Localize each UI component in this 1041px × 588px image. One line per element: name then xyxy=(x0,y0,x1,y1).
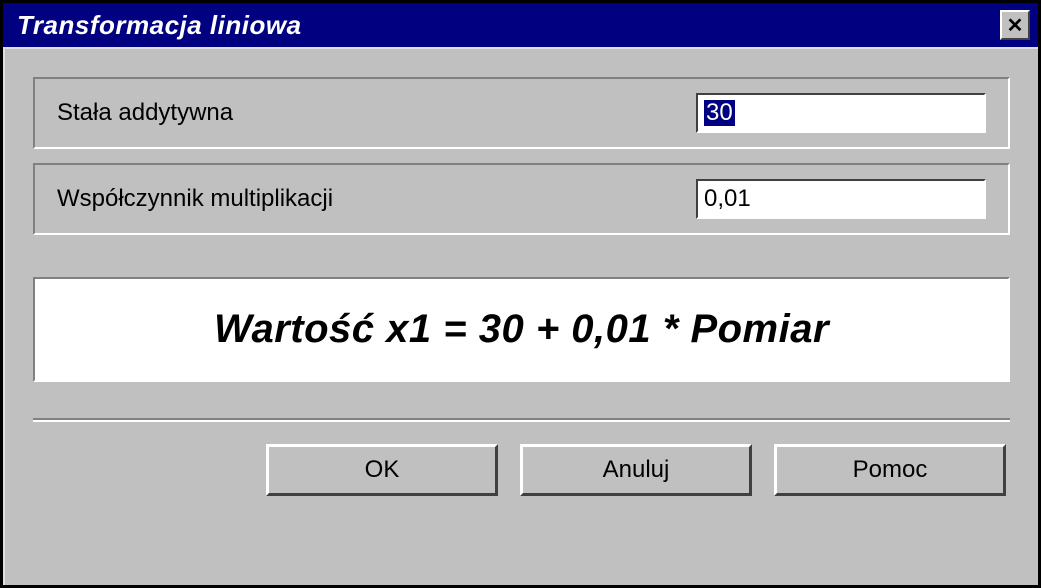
button-row: OK Anuluj Pomoc xyxy=(33,422,1010,506)
multiplier-row: Współczynnik multiplikacji 0,01 xyxy=(33,163,1010,235)
dialog-window: Transformacja liniowa ✕ Stała addytywna … xyxy=(0,0,1041,588)
additive-constant-row: Stała addytywna 30 xyxy=(33,77,1010,149)
additive-constant-value: 30 xyxy=(704,100,735,126)
ok-button[interactable]: OK xyxy=(266,444,498,496)
formula-display: Wartość x1 = 30 + 0,01 * Pomiar xyxy=(33,277,1010,382)
multiplier-value: 0,01 xyxy=(704,185,751,213)
cancel-button[interactable]: Anuluj xyxy=(520,444,752,496)
additive-constant-input[interactable]: 30 xyxy=(696,93,986,133)
window-title: Transformacja liniowa xyxy=(17,10,302,41)
close-icon: ✕ xyxy=(1007,13,1024,38)
client-area: Stała addytywna 30 Współczynnik multipli… xyxy=(3,47,1038,585)
multiplier-input[interactable]: 0,01 xyxy=(696,179,986,219)
additive-constant-label: Stała addytywna xyxy=(57,99,233,127)
multiplier-label: Współczynnik multiplikacji xyxy=(57,185,333,213)
close-button[interactable]: ✕ xyxy=(1000,10,1030,40)
titlebar: Transformacja liniowa ✕ xyxy=(3,3,1038,47)
help-button[interactable]: Pomoc xyxy=(774,444,1006,496)
